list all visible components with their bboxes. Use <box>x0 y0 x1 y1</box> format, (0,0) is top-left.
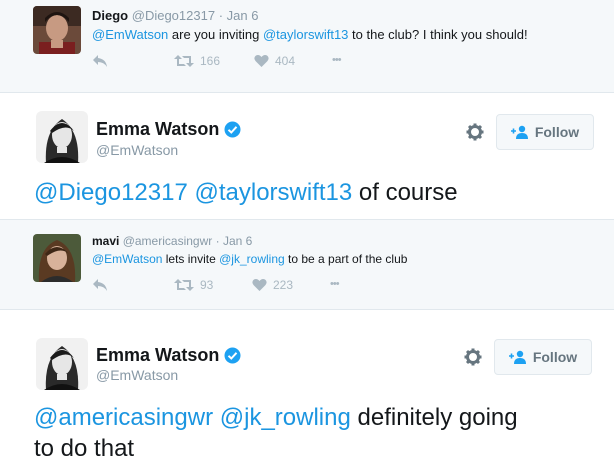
verified-icon <box>224 121 241 138</box>
mention-link[interactable]: @taylorswift13 <box>194 179 352 206</box>
author-name[interactable]: mavi <box>92 234 119 248</box>
mention-link[interactable]: @EmWatson <box>92 27 168 42</box>
gear-icon[interactable] <box>466 123 484 141</box>
tweet-actions: 93 223 ••• <box>92 278 372 296</box>
more-icon: ••• <box>332 54 342 66</box>
follow-label: Follow <box>532 349 578 365</box>
tweet-text-line: to do that <box>34 435 135 462</box>
tweet-header: mavi @americasingwr · Jan 6 <box>92 234 252 248</box>
retweet-count: 93 <box>200 278 214 292</box>
author-name-row: Emma Watson <box>96 345 241 366</box>
author-handle[interactable]: @americasingwr <box>123 234 213 248</box>
follow-person-icon <box>508 350 526 364</box>
author-name[interactable]: Diego <box>92 8 128 23</box>
mention-link[interactable]: @Diego12317 <box>34 179 188 206</box>
verified-icon <box>224 347 241 364</box>
reply-button[interactable] <box>92 278 108 292</box>
heart-icon <box>252 279 267 291</box>
retweet-button[interactable]: 166 <box>174 54 220 68</box>
mention-link[interactable]: @jk_rowling <box>219 252 285 266</box>
tweet-text: @americasingwr @jk_rowling definitely go… <box>34 402 594 464</box>
like-count: 223 <box>273 278 294 292</box>
author-handle[interactable]: @EmWatson <box>96 367 178 383</box>
text-segment: definitely going <box>350 404 518 431</box>
reply-tweet-diego[interactable]: Diego @Diego12317 · Jan 6 @EmWatson are … <box>0 0 614 92</box>
text-segment: are you inviting <box>168 27 263 42</box>
like-button[interactable]: 223 <box>252 278 293 292</box>
tweet-text: @EmWatson are you inviting @taylorswift1… <box>92 27 528 42</box>
text-segment: to be a part of the club <box>284 252 408 266</box>
follow-person-icon <box>510 125 528 139</box>
avatar-emma[interactable] <box>36 338 88 390</box>
tweet-text: @Diego12317 @taylorswift13 of course <box>34 177 458 208</box>
retweet-button[interactable]: 93 <box>174 278 213 292</box>
separator: · <box>215 234 220 248</box>
author-handle[interactable]: @Diego12317 <box>132 8 215 23</box>
tweet-actions: 166 404 ••• <box>92 54 412 72</box>
text-segment: lets invite <box>162 252 220 266</box>
reply-icon <box>93 279 107 291</box>
mention-link[interactable]: @jk_rowling <box>220 404 351 431</box>
text-segment: of course <box>352 179 458 206</box>
text-segment: to the club? I think you should! <box>348 27 528 42</box>
tweet-date[interactable]: Jan 6 <box>223 234 252 248</box>
like-button[interactable]: 404 <box>254 54 295 68</box>
avatar-diego[interactable] <box>33 6 81 54</box>
retweet-icon <box>174 279 194 291</box>
reply-button[interactable] <box>92 54 108 68</box>
follow-button[interactable]: Follow <box>494 339 592 375</box>
author-handle[interactable]: @EmWatson <box>96 142 178 158</box>
tweet-date[interactable]: Jan 6 <box>227 8 259 23</box>
more-button[interactable]: ••• <box>332 54 342 66</box>
retweet-icon <box>174 55 194 67</box>
author-name[interactable]: Emma Watson <box>96 345 219 366</box>
reply-icon <box>93 55 107 67</box>
follow-button[interactable]: Follow <box>496 114 594 150</box>
tweet-text: @EmWatson lets invite @jk_rowling to be … <box>92 252 407 266</box>
separator: · <box>218 8 224 23</box>
retweet-count: 166 <box>200 54 221 68</box>
gear-icon[interactable] <box>464 348 482 366</box>
follow-label: Follow <box>534 124 580 140</box>
mention-link[interactable]: @EmWatson <box>92 252 162 266</box>
avatar-emma[interactable] <box>36 111 88 163</box>
reply-tweet-mavi[interactable]: mavi @americasingwr · Jan 6 @EmWatson le… <box>0 220 614 309</box>
more-icon: ••• <box>330 278 340 290</box>
more-button[interactable]: ••• <box>330 278 340 290</box>
author-name-row: Emma Watson <box>96 119 241 140</box>
main-tweet-emma-2: Emma Watson @EmWatson Follow @americasin… <box>0 310 614 468</box>
main-tweet-emma-1: Emma Watson @EmWatson Follow @Diego12317… <box>0 93 614 219</box>
mention-link[interactable]: @americasingwr <box>34 404 213 431</box>
mention-link[interactable]: @taylorswift13 <box>263 27 348 42</box>
heart-icon <box>254 55 269 67</box>
like-count: 404 <box>275 54 296 68</box>
avatar-mavi[interactable] <box>33 234 81 282</box>
tweet-header: Diego @Diego12317 · Jan 6 <box>92 8 258 23</box>
author-name[interactable]: Emma Watson <box>96 119 219 140</box>
tweet-text-line: @americasingwr @jk_rowling definitely go… <box>34 402 594 433</box>
